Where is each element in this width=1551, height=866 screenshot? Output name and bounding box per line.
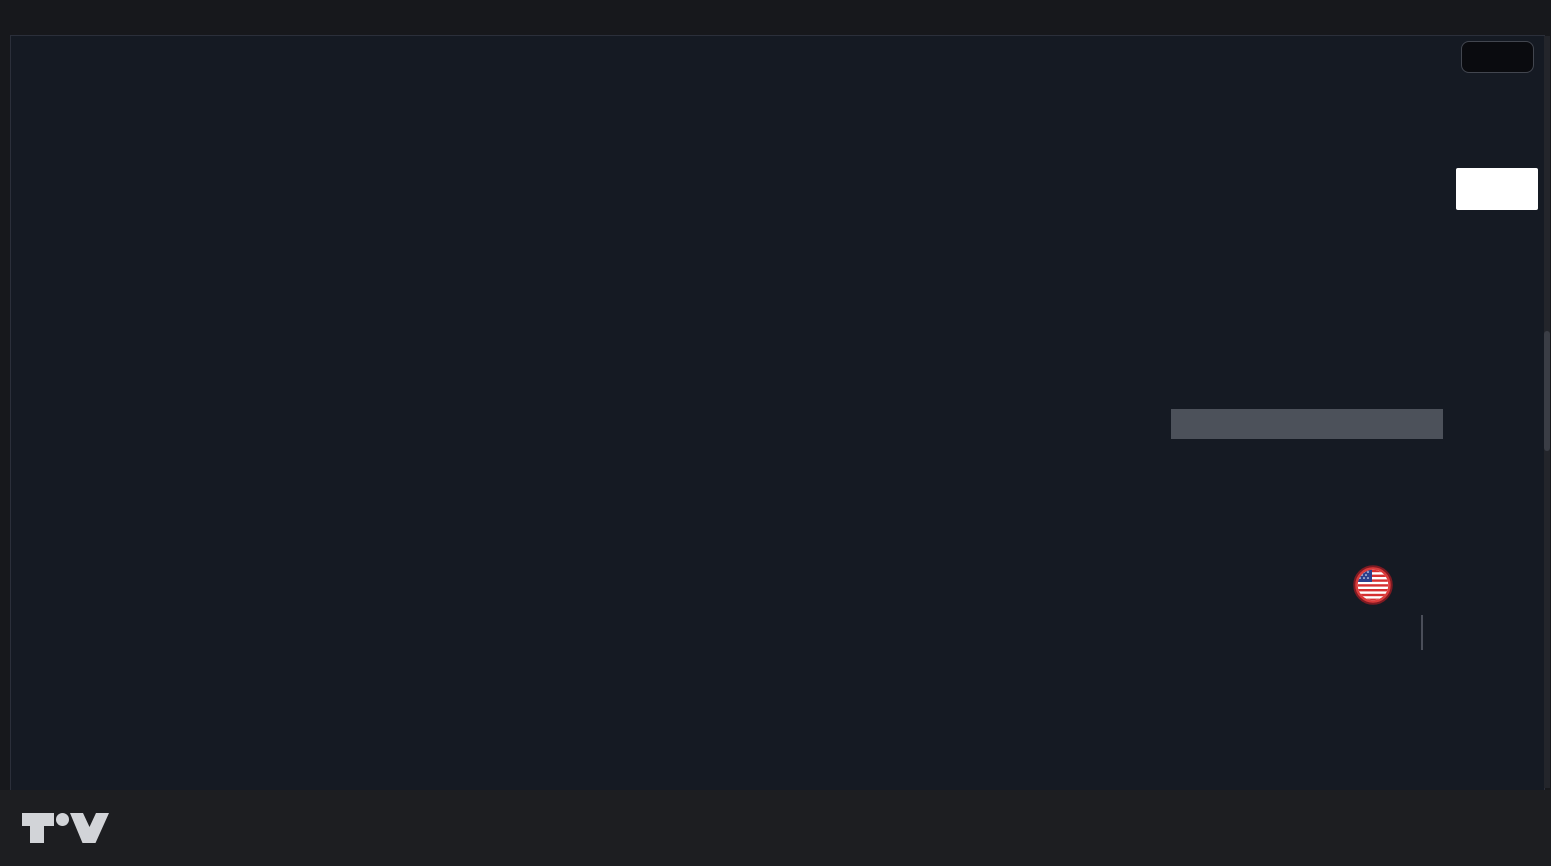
tradingview-chart-page <box>0 0 1551 866</box>
last-price-label <box>1456 168 1538 210</box>
symbol-legend-row[interactable] <box>22 45 80 65</box>
volume-legend-row[interactable] <box>22 85 80 105</box>
tradingview-logo-icon <box>20 808 116 848</box>
scrollbar-thumb[interactable] <box>1544 331 1550 451</box>
table-row-sqzmon <box>1171 469 1443 499</box>
strategy-legend-row[interactable] <box>22 65 80 85</box>
time-scale[interactable] <box>10 757 1445 789</box>
rsi-status-badges <box>1421 615 1423 650</box>
indicator-status-table <box>1171 409 1443 589</box>
chart-legend <box>22 45 80 105</box>
table-row-emas <box>1171 439 1443 469</box>
table-row-squeeze <box>1171 559 1443 589</box>
table-row-adx <box>1171 529 1443 559</box>
indicator-table-header <box>1171 409 1443 439</box>
footer-bar <box>0 790 1551 866</box>
tradingview-logo[interactable] <box>20 808 126 848</box>
table-row-vpvp <box>1171 499 1443 529</box>
attribution-bar <box>0 0 1551 35</box>
us-flag-icon <box>1352 564 1394 606</box>
currency-toggle-button[interactable] <box>1461 41 1534 73</box>
right-scrollbar[interactable] <box>1544 36 1550 788</box>
